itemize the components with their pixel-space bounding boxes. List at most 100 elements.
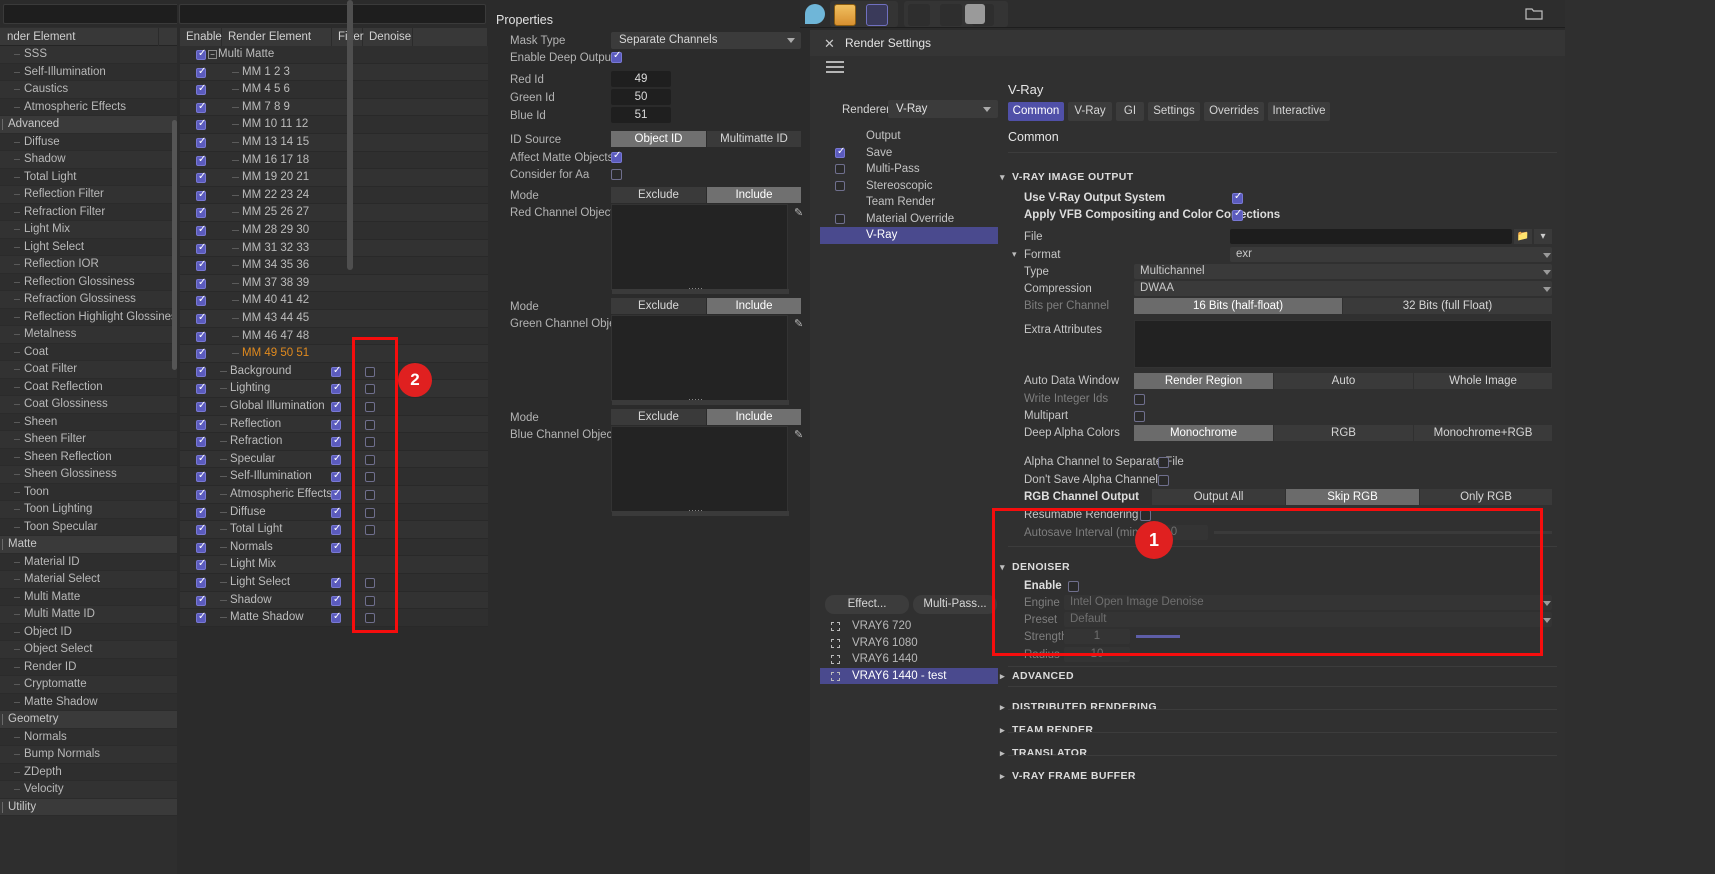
- denoiser-advanced-header[interactable]: ▸ ADVANCED: [1000, 670, 1074, 682]
- tree-item[interactable]: Matte Shadow: [0, 693, 193, 711]
- row-filter-checkbox[interactable]: [331, 470, 341, 483]
- row-enable-checkbox[interactable]: [196, 224, 206, 236]
- row-enable-checkbox[interactable]: [196, 523, 206, 536]
- edge-icon-3[interactable]: [1695, 96, 1709, 110]
- row-enable-checkbox[interactable]: [196, 242, 206, 254]
- edge-icon-5[interactable]: [1695, 228, 1709, 242]
- row-enable-checkbox[interactable]: [196, 470, 206, 483]
- blue-mode-option-exclude[interactable]: Exclude: [611, 409, 706, 425]
- tree-item[interactable]: Velocity: [0, 781, 193, 799]
- bits-per-channel-segmented-control[interactable]: 16 Bits (half-float) 32 Bits (full Float…: [1134, 298, 1552, 314]
- row-enable-checkbox[interactable]: [196, 330, 206, 342]
- row-filter-checkbox[interactable]: [331, 382, 341, 395]
- render-layers-icon[interactable]: [834, 4, 856, 26]
- table-row[interactable]: Matte Shadow: [180, 609, 488, 627]
- row-filter-checkbox[interactable]: [331, 506, 341, 518]
- table-row[interactable]: MM 7 8 9: [180, 98, 488, 117]
- row-enable-checkbox[interactable]: [196, 453, 206, 465]
- tree-item[interactable]: Sheen Glossiness: [0, 466, 193, 484]
- render-settings-gear-icon[interactable]: [965, 4, 985, 24]
- table-row[interactable]: Global Illumination: [180, 398, 488, 416]
- row-enable-checkbox[interactable]: [196, 382, 206, 395]
- rgb-option-output-all[interactable]: Output All: [1152, 489, 1285, 505]
- table-row[interactable]: MM 4 5 6: [180, 81, 488, 99]
- render-preset-item[interactable]: VRAY6 1440 - test: [820, 667, 998, 684]
- tree-item[interactable]: Reflection Glossiness: [0, 273, 193, 291]
- table-row[interactable]: MM 16 17 18: [180, 151, 488, 170]
- row-filter-checkbox[interactable]: [331, 418, 341, 430]
- render-element-tree[interactable]: SSS Self-Illumination Caustics Atmospheric …: [0, 46, 193, 874]
- nav-item-checkbox[interactable]: [835, 180, 845, 191]
- row-filter-checkbox[interactable]: [331, 523, 341, 536]
- collapsed-section-header[interactable]: ▸ V-RAY FRAME BUFFER: [1000, 770, 1136, 782]
- table-row[interactable]: MM 37 38 39: [180, 274, 488, 293]
- mask-type-dropdown[interactable]: Separate Channels: [611, 32, 801, 49]
- tree-group[interactable]: Advanced: [0, 116, 193, 134]
- menu-hamburger-icon[interactable]: [826, 61, 844, 73]
- red-mode-option-exclude[interactable]: Exclude: [611, 187, 706, 203]
- row-enable-checkbox[interactable]: [196, 365, 206, 377]
- row-filter-checkbox[interactable]: [331, 488, 341, 500]
- tree-item[interactable]: Caustics: [0, 81, 193, 99]
- tree-item[interactable]: SSS: [0, 46, 193, 64]
- row-enable-checkbox[interactable]: [196, 611, 206, 624]
- tree-item[interactable]: Diffuse: [0, 133, 193, 151]
- tree-item[interactable]: Reflection Filter: [0, 186, 193, 204]
- adw-option-render-region[interactable]: Render Region: [1134, 373, 1273, 389]
- table-row[interactable]: Light Select: [180, 574, 488, 592]
- rgb-channel-output-segmented-control[interactable]: Output All Skip RGB Only RGB: [1152, 489, 1552, 505]
- table-row[interactable]: Atmospheric Effects: [180, 486, 488, 504]
- tree-group[interactable]: Utility: [0, 798, 193, 816]
- tree-item[interactable]: Sheen Reflection: [0, 448, 193, 466]
- row-enable-checkbox[interactable]: [196, 418, 206, 430]
- edge-icon-2[interactable]: [1695, 58, 1709, 72]
- deep-alpha-option-mono-rgb[interactable]: Monochrome+RGB: [1414, 425, 1552, 441]
- row-enable-checkbox[interactable]: [196, 66, 206, 78]
- column-header-render-element[interactable]: Render Element: [222, 28, 332, 46]
- vray-tab-settings[interactable]: Settings: [1148, 102, 1200, 121]
- table-row[interactable]: MM 40 41 42: [180, 292, 488, 310]
- tree-item[interactable]: Bump Normals: [0, 746, 193, 764]
- render-preset-item[interactable]: VRAY6 1080: [820, 635, 998, 652]
- green-mode-option-exclude[interactable]: Exclude: [611, 298, 706, 314]
- file-input[interactable]: [1230, 229, 1512, 244]
- tree-item[interactable]: Cryptomatte: [0, 676, 193, 694]
- list-left-scrollbar[interactable]: [172, 120, 177, 370]
- tree-item[interactable]: Render ID: [0, 658, 193, 676]
- row-enable-checkbox[interactable]: [196, 435, 206, 448]
- left-search-input[interactable]: [3, 4, 189, 24]
- row-enable-checkbox[interactable]: [196, 294, 206, 307]
- dont-save-alpha-checkbox[interactable]: [1158, 475, 1169, 486]
- tree-item[interactable]: Multi Matte ID: [0, 606, 193, 624]
- list-search-input[interactable]: [179, 4, 486, 24]
- green-channel-objects-listbox[interactable]: [611, 315, 789, 405]
- red-mode-segmented-control[interactable]: Exclude Include: [611, 187, 801, 203]
- row-enable-checkbox[interactable]: [196, 277, 206, 289]
- edge-icon-7[interactable]: [1695, 308, 1709, 322]
- row-enable-checkbox[interactable]: [196, 312, 206, 324]
- extra-attributes-textarea[interactable]: [1134, 320, 1552, 368]
- render-preset-item[interactable]: VRAY6 720: [820, 618, 998, 635]
- type-dropdown[interactable]: Multichannel: [1134, 264, 1552, 279]
- edge-icon-10[interactable]: [1695, 606, 1709, 620]
- tree-item[interactable]: Reflection Highlight Glossiness: [0, 308, 193, 326]
- tree-item[interactable]: Material ID: [0, 553, 193, 571]
- tree-item[interactable]: ZDepth: [0, 763, 193, 781]
- green-mode-segmented-control[interactable]: Exclude Include: [611, 298, 801, 314]
- table-row[interactable]: Normals: [180, 538, 488, 557]
- apply-vfb-checkbox[interactable]: [1232, 208, 1243, 221]
- collapsed-section-header[interactable]: ▸ TEAM RENDER: [1000, 724, 1093, 736]
- tree-item[interactable]: Multi Matte: [0, 588, 193, 606]
- row-enable-checkbox[interactable]: [196, 154, 206, 166]
- row-enable-checkbox[interactable]: [196, 594, 206, 606]
- adw-option-whole-image[interactable]: Whole Image: [1414, 373, 1552, 389]
- edge-icon-6[interactable]: [1695, 268, 1709, 282]
- table-row[interactable]: MM 13 14 15: [180, 134, 488, 152]
- table-row[interactable]: MM 22 23 24: [180, 186, 488, 205]
- tree-item[interactable]: Metalness: [0, 326, 193, 344]
- tree-item[interactable]: Coat Glossiness: [0, 396, 193, 414]
- renderer-dropdown[interactable]: V-Ray: [888, 100, 998, 118]
- row-filter-checkbox[interactable]: [331, 365, 341, 377]
- row-enable-checkbox[interactable]: [196, 400, 206, 412]
- collapsed-section-header[interactable]: ▸ DISTRIBUTED RENDERING: [1000, 701, 1157, 713]
